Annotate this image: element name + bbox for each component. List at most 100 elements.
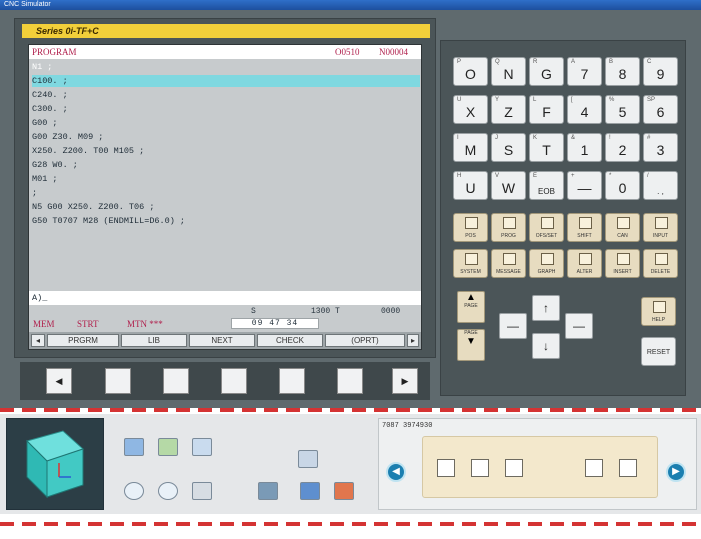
- key-[interactable]: + —: [567, 171, 602, 200]
- prog-key[interactable]: PROG: [491, 213, 526, 242]
- cursor-down-key[interactable]: ↓: [532, 333, 560, 359]
- key-label: 8: [618, 66, 627, 82]
- machine-status-line: 7087 3974930: [382, 422, 433, 430]
- key-M[interactable]: IM: [453, 133, 488, 162]
- reset-key[interactable]: RESET: [641, 337, 676, 366]
- key-7[interactable]: A7: [567, 57, 602, 86]
- cancel-key[interactable]: CAN: [605, 213, 640, 242]
- key-3[interactable]: #3: [643, 133, 678, 162]
- key-[interactable]: / . ,: [643, 171, 678, 200]
- page-down-key[interactable]: PAGE ▼: [457, 329, 485, 361]
- cursor-right-key[interactable]: —: [565, 313, 593, 339]
- blank-softkey-button[interactable]: [105, 368, 131, 394]
- key-label: X: [465, 104, 476, 120]
- program-line-selected[interactable]: C100. ;: [32, 75, 420, 87]
- offset-setting-key[interactable]: OFS/SET: [529, 213, 564, 242]
- key-0[interactable]: * 0: [605, 171, 640, 200]
- softkey-lib[interactable]: LIB: [121, 334, 187, 347]
- key-sub-label: A: [571, 59, 576, 65]
- program-list-icon[interactable]: [585, 459, 603, 477]
- blank-softkey-button[interactable]: [337, 368, 363, 394]
- key-W[interactable]: VW: [491, 171, 526, 200]
- front-view-icon[interactable]: [300, 482, 320, 500]
- undo-icon[interactable]: [505, 459, 523, 477]
- alter-key[interactable]: ALTER: [567, 249, 602, 278]
- input-buffer[interactable]: A)_: [29, 291, 421, 305]
- key-sub-label: *: [609, 173, 612, 179]
- message-key[interactable]: MESSAGE: [491, 249, 526, 278]
- fit-view-icon[interactable]: [192, 482, 212, 500]
- softkey-check[interactable]: CHECK: [257, 334, 323, 347]
- series-label: Series 0i-TF+C: [22, 24, 430, 38]
- key-8[interactable]: B8: [605, 57, 640, 86]
- key-sub-label: R: [533, 59, 538, 65]
- key-1[interactable]: & 1: [567, 133, 602, 162]
- spindle-label: S: [251, 307, 256, 316]
- key-X[interactable]: UX: [453, 95, 488, 124]
- pos-key[interactable]: POS: [453, 213, 488, 242]
- softkey-right-arrow[interactable]: ▸: [407, 334, 419, 347]
- previous-page-icon[interactable]: ◀: [386, 462, 406, 482]
- graph-key[interactable]: GRAPH: [529, 249, 564, 278]
- key-S[interactable]: JS: [491, 133, 526, 162]
- zoom-in-icon[interactable]: [124, 482, 144, 500]
- key-sub-label: +: [571, 173, 575, 179]
- key-label: U: [465, 180, 476, 196]
- tool-load-icon[interactable]: [437, 459, 455, 477]
- system-key[interactable]: SYSTEM: [453, 249, 488, 278]
- layout-view-icon[interactable]: [192, 438, 212, 456]
- key-U[interactable]: HU: [453, 171, 488, 200]
- top-view-icon[interactable]: [298, 450, 318, 468]
- softkey-next[interactable]: NEXT: [189, 334, 255, 347]
- cursor-left-key[interactable]: —: [499, 313, 527, 339]
- key-5[interactable]: % 5: [605, 95, 640, 124]
- delete-key[interactable]: DELETE: [643, 249, 678, 278]
- key-EOB[interactable]: E EOB: [529, 171, 564, 200]
- machine-view-icon[interactable]: [124, 438, 144, 456]
- separator-upper: [0, 408, 701, 412]
- program-line: G28 W0. ;: [32, 160, 78, 170]
- key-T[interactable]: KT: [529, 133, 564, 162]
- prev-softkey-button[interactable]: ◀: [46, 368, 72, 394]
- key-sub-label: &: [571, 135, 576, 141]
- key-label: 3: [656, 142, 665, 158]
- cursor-up-key[interactable]: ↑: [532, 295, 560, 321]
- help-key[interactable]: HELP: [641, 297, 676, 326]
- view-cube-viewport[interactable]: [6, 418, 104, 510]
- next-page-icon[interactable]: ▶: [666, 462, 686, 482]
- key-N[interactable]: QN: [491, 57, 526, 86]
- key-6[interactable]: SP 6: [643, 95, 678, 124]
- insert-key[interactable]: INSERT: [605, 249, 640, 278]
- start-status: STRT: [77, 319, 99, 329]
- key-Z[interactable]: YZ: [491, 95, 526, 124]
- key-label: T: [542, 142, 551, 158]
- key-9[interactable]: C9: [643, 57, 678, 86]
- blank-softkey-button[interactable]: [221, 368, 247, 394]
- program-number: O0510: [335, 47, 360, 57]
- blank-softkey-button[interactable]: [279, 368, 305, 394]
- chart-view-icon[interactable]: [158, 438, 178, 456]
- window-title: CNC Simulator: [4, 1, 51, 8]
- softkey-left-arrow[interactable]: ◂: [31, 334, 45, 347]
- tool-change-icon[interactable]: [471, 459, 489, 477]
- side-view-icon[interactable]: [334, 482, 354, 500]
- input-key[interactable]: INPUT: [643, 213, 678, 242]
- blank-softkey-button[interactable]: [163, 368, 189, 394]
- next-softkey-button[interactable]: ▶: [392, 368, 418, 394]
- page-up-key[interactable]: ▲ PAGE: [457, 291, 485, 323]
- key-2[interactable]: ! 2: [605, 133, 640, 162]
- iso-view-icon[interactable]: [258, 482, 278, 500]
- softkey-oprt[interactable]: (OPRT): [325, 334, 405, 347]
- zoom-out-icon[interactable]: [158, 482, 178, 500]
- key-F[interactable]: LF: [529, 95, 564, 124]
- softkey-prgrm[interactable]: PRGRM: [47, 334, 119, 347]
- key-label: N: [503, 66, 514, 82]
- key-sub-label: !: [609, 135, 611, 141]
- shift-key[interactable]: SHIFT: [567, 213, 602, 242]
- key-label: G: [541, 66, 552, 82]
- key-G[interactable]: RG: [529, 57, 564, 86]
- copy-icon[interactable]: [619, 459, 637, 477]
- key-label: 1: [580, 142, 589, 158]
- key-4[interactable]: [4: [567, 95, 602, 124]
- key-O[interactable]: PO: [453, 57, 488, 86]
